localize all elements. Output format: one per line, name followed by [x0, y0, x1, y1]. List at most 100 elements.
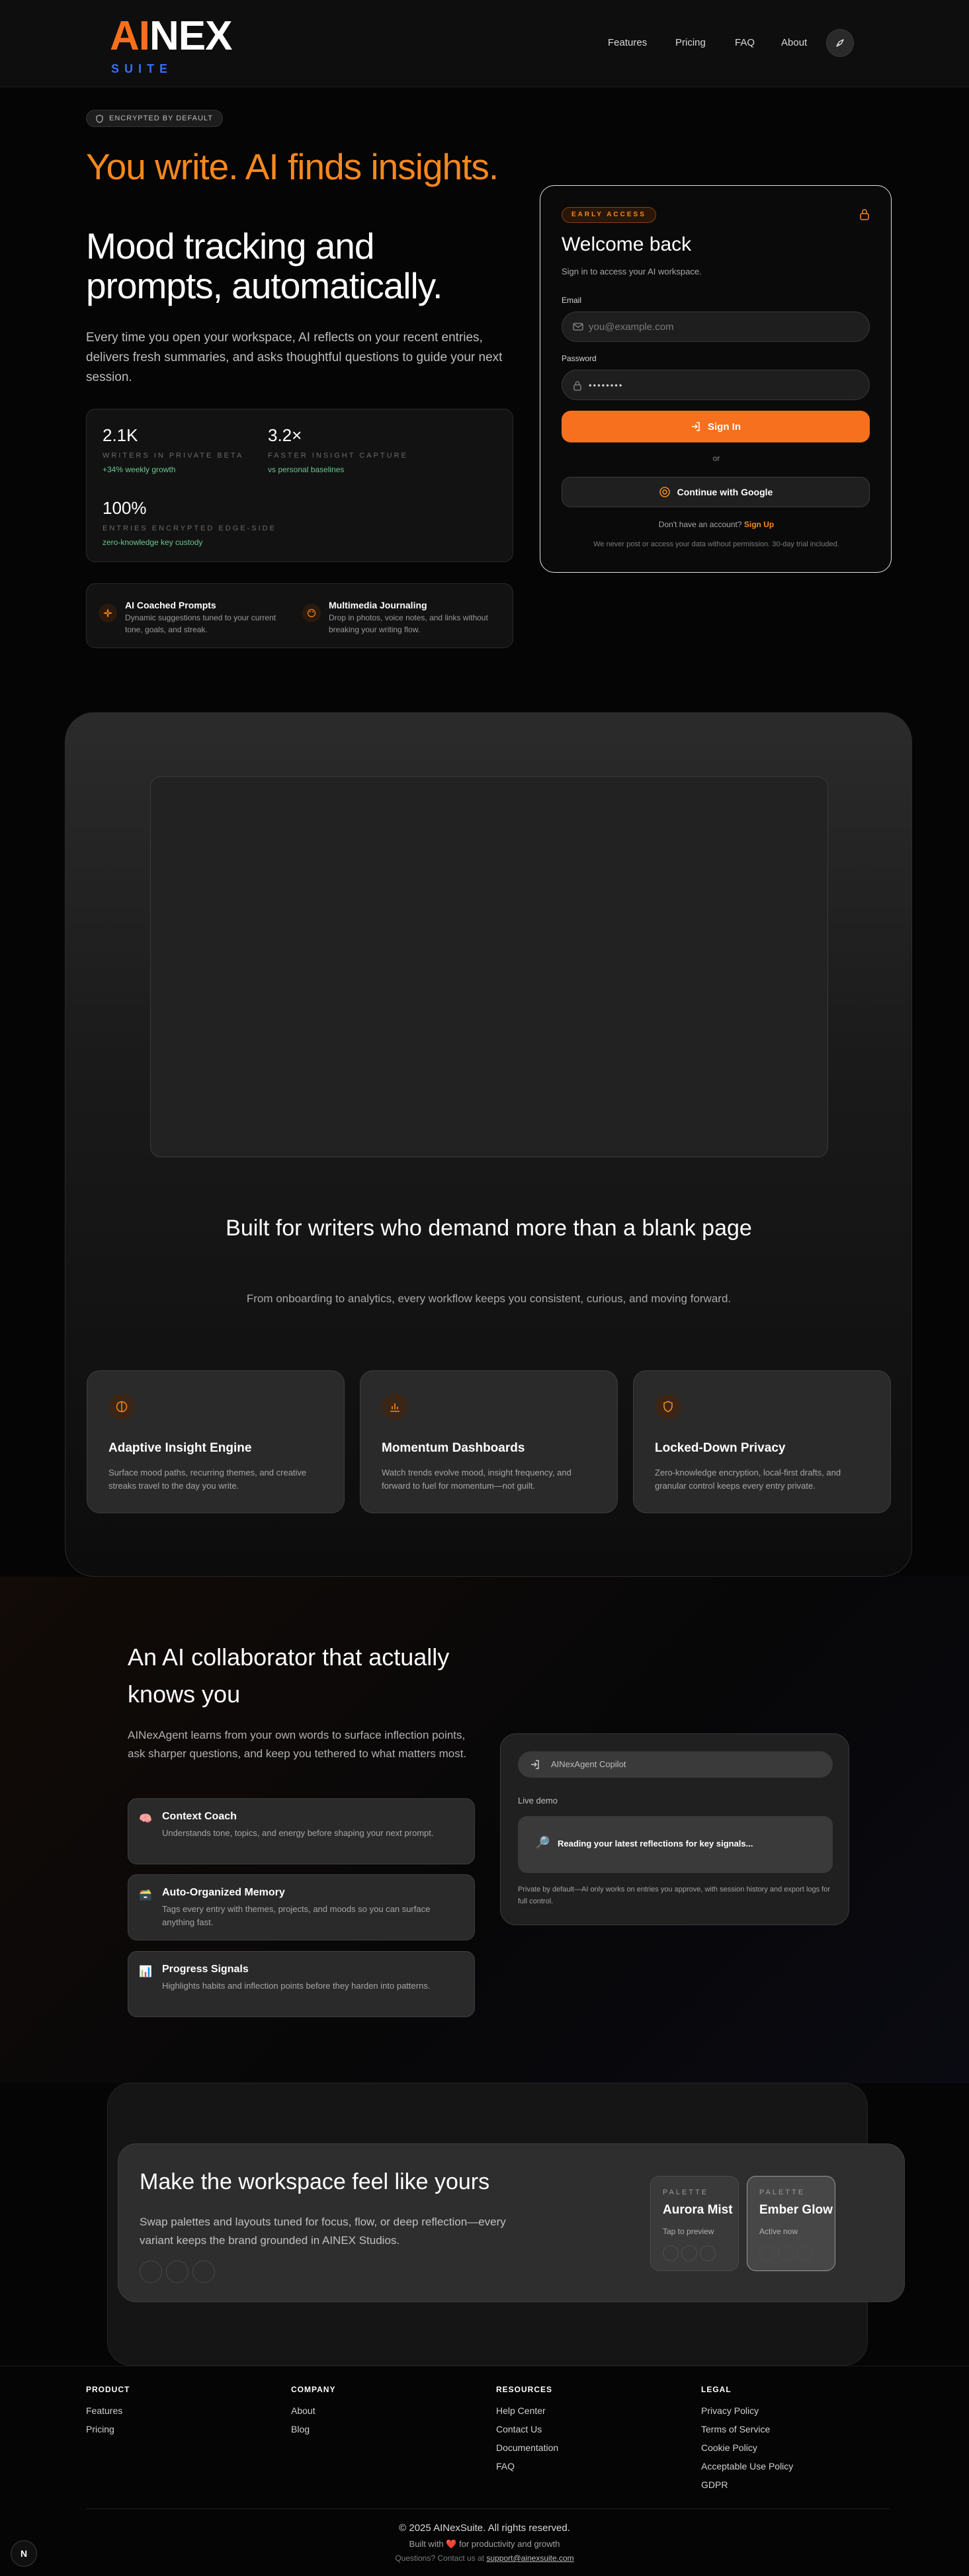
- signup-link[interactable]: Sign Up: [744, 520, 774, 529]
- footer-link[interactable]: About: [291, 2405, 316, 2416]
- stat-value: 3.2×: [268, 425, 302, 445]
- stat-label: ENTRIES ENCRYPTED EDGE-SIDE: [103, 524, 276, 532]
- nav-faq[interactable]: FAQ: [735, 37, 755, 48]
- collab-heading: An AI collaborator that actually knows y…: [128, 1643, 450, 1708]
- palette-status: Active now: [759, 2227, 798, 2236]
- email-field[interactable]: [589, 312, 853, 341]
- palette-card-ember[interactable]: PALETTE Ember Glow Active now: [747, 2176, 835, 2271]
- palette-kicker: PALETTE: [759, 2188, 806, 2196]
- palette-swatch: [778, 2245, 794, 2261]
- magnifier-icon: 🔎: [535, 1836, 550, 1849]
- copilot-title-bar[interactable]: AINexAgent Copilot: [518, 1751, 833, 1778]
- rocket-icon: [836, 39, 844, 47]
- footer-heading: LEGAL: [701, 2385, 732, 2394]
- palette-heading: Make the workspace feel like yours: [140, 2169, 490, 2194]
- mini-feature-desc: Drop in photos, voice notes, and links w…: [329, 613, 488, 634]
- collab-card-title: Progress Signals: [162, 1964, 249, 1975]
- mini-features: AI Coached Prompts Dynamic suggestions t…: [86, 583, 513, 648]
- logo-suite: SUITE: [111, 62, 173, 75]
- n-badge-button[interactable]: N: [11, 2540, 37, 2567]
- bar-chart-icon: 📊: [139, 1966, 152, 1977]
- bar-chart-icon: [382, 1393, 408, 1420]
- login-icon: [692, 422, 700, 431]
- email-label: Email: [562, 296, 582, 305]
- email-field-wrapper: [562, 312, 870, 342]
- password-field[interactable]: [589, 370, 853, 399]
- palette-icon: [302, 604, 321, 622]
- palette-name: Aurora Mist: [663, 2203, 733, 2217]
- footer-link[interactable]: Cookie Policy: [701, 2442, 757, 2453]
- mini-feature-title: AI Coached Prompts: [125, 600, 216, 610]
- features-section: Built for writers who demand more than a…: [65, 712, 912, 1577]
- stat-sub: vs personal baselines: [268, 465, 345, 474]
- footer-heading: PRODUCT: [86, 2385, 130, 2394]
- footer-link[interactable]: Contact Us: [496, 2424, 542, 2434]
- copilot-title: AINexAgent Copilot: [551, 1759, 626, 1769]
- palette-swatch[interactable]: [192, 2261, 215, 2283]
- mail-icon: [573, 323, 583, 331]
- theme-toggle-button[interactable]: [826, 29, 854, 57]
- sign-in-button[interactable]: Sign In: [562, 411, 870, 442]
- footer-link[interactable]: FAQ: [496, 2461, 515, 2472]
- brand-logo[interactable]: AINEX SUITE: [110, 13, 232, 76]
- collab-card-desc: Tags every entry with themes, projects, …: [162, 1904, 431, 1927]
- logo-ai: AI: [110, 13, 150, 59]
- mini-feature-desc: Dynamic suggestions tuned to your curren…: [125, 613, 276, 634]
- palette-description: Swap palettes and layouts tuned for focu…: [140, 2216, 506, 2247]
- footer-link[interactable]: Features: [86, 2405, 122, 2416]
- palette-swatch: [796, 2245, 812, 2261]
- logo-nex: NEX: [149, 13, 232, 59]
- palette-swatch: [700, 2245, 716, 2261]
- copilot-demo-card: AINexAgent Copilot Live demo 🔎 Reading y…: [500, 1733, 849, 1925]
- stat-value: 2.1K: [103, 425, 138, 445]
- palette-swatch[interactable]: [140, 2261, 162, 2283]
- lock-icon: [573, 381, 581, 391]
- feature-card: Adaptive Insight Engine Surface mood pat…: [87, 1370, 345, 1513]
- palette-swatch[interactable]: [166, 2261, 189, 2283]
- support-email-link[interactable]: support@ainexsuite.com: [486, 2554, 573, 2563]
- stats-panel: 2.1K WRITERS IN PRIVATE BETA +34% weekly…: [86, 409, 513, 562]
- collab-card: 🗃️ Auto-Organized Memory Tags every entr…: [128, 1874, 475, 1940]
- google-signin-button[interactable]: Continue with Google: [562, 477, 870, 507]
- login-subtitle: Sign in to access your AI workspace.: [562, 267, 702, 276]
- feature-card-title: Adaptive Insight Engine: [108, 1441, 252, 1455]
- footer-link[interactable]: Pricing: [86, 2424, 114, 2434]
- footer-link[interactable]: Acceptable Use Policy: [701, 2461, 793, 2472]
- palette-card-aurora[interactable]: PALETTE Aurora Mist Tap to preview: [650, 2176, 739, 2271]
- live-demo-label: Live demo: [518, 1796, 558, 1806]
- login-disclaimer: We never post or access your data withou…: [593, 540, 839, 548]
- feature-card-desc: Surface mood paths, recurring themes, an…: [108, 1468, 307, 1491]
- footer-link[interactable]: GDPR: [701, 2479, 728, 2490]
- palette-kicker: PALETTE: [663, 2188, 709, 2196]
- stat-label: WRITERS IN PRIVATE BETA: [103, 452, 244, 460]
- sparkle-icon: [99, 604, 117, 622]
- or-divider: or: [712, 454, 720, 463]
- nav-about[interactable]: About: [781, 37, 807, 48]
- stat-sub: +34% weekly growth: [103, 465, 176, 474]
- hero-headline-accent: You write. AI finds insights.: [86, 146, 499, 187]
- footer-link[interactable]: Terms of Service: [701, 2424, 770, 2434]
- google-label: Continue with Google: [677, 487, 773, 497]
- feature-card-desc: Watch trends evolve mood, insight freque…: [382, 1468, 571, 1491]
- site-header: AINEX SUITE Features Pricing FAQ About: [0, 0, 969, 87]
- encrypted-pill: ENCRYPTED BY DEFAULT: [86, 110, 223, 127]
- copilot-status-box: 🔎 Reading your latest reflections for ke…: [518, 1816, 833, 1873]
- footer-link[interactable]: Documentation: [496, 2442, 558, 2453]
- built-post: for productivity and growth: [459, 2539, 560, 2549]
- footer-link[interactable]: Help Center: [496, 2405, 546, 2416]
- nav-features[interactable]: Features: [608, 37, 647, 48]
- hero-headline: Mood tracking and prompts, automatically…: [86, 226, 442, 306]
- footer-link[interactable]: Blog: [291, 2424, 310, 2434]
- collab-card-title: Auto-Organized Memory: [162, 1887, 285, 1898]
- feature-card-title: Locked-Down Privacy: [655, 1441, 786, 1455]
- palette-status: Tap to preview: [663, 2227, 714, 2236]
- footer-link[interactable]: Privacy Policy: [701, 2405, 759, 2416]
- palette-swatch: [681, 2245, 697, 2261]
- footer-heading: COMPANY: [291, 2385, 336, 2394]
- built-pre: Built with: [409, 2539, 444, 2549]
- demo-video-placeholder[interactable]: [150, 776, 828, 1157]
- nav-pricing[interactable]: Pricing: [675, 37, 706, 48]
- pill-label: ENCRYPTED BY DEFAULT: [109, 114, 213, 122]
- copilot-note: Private by default—AI only works on entr…: [518, 1886, 831, 1905]
- login-icon: [531, 1760, 539, 1769]
